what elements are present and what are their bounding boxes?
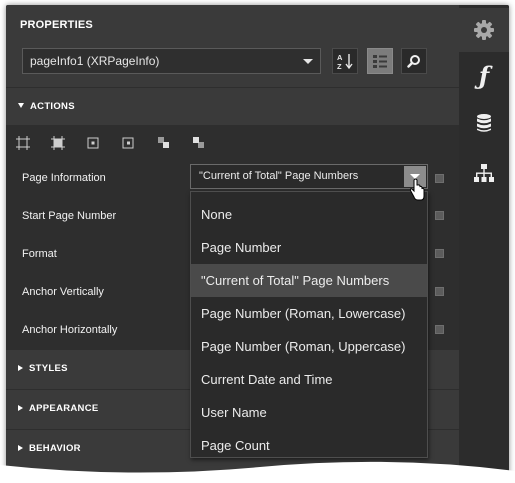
- prop-start-page-number-label: Start Page Number: [22, 210, 117, 222]
- prop-format-label: Format: [22, 248, 57, 260]
- dropdown-option[interactable]: Page Number (Roman, Lowercase): [191, 297, 427, 330]
- gear-icon: [474, 20, 494, 40]
- section-appearance-label: APPEARANCE: [29, 403, 99, 414]
- bring-forward-icon[interactable]: [157, 136, 171, 150]
- fit-text-icon[interactable]: [51, 136, 65, 150]
- dropdown-option[interactable]: Current Date and Time: [191, 363, 427, 396]
- search-button[interactable]: [401, 48, 427, 74]
- property-marker[interactable]: [435, 325, 444, 334]
- dropdown-option-selected[interactable]: "Current of Total" Page Numbers: [191, 264, 427, 297]
- tab-properties[interactable]: [459, 8, 509, 52]
- property-marker[interactable]: [435, 287, 444, 296]
- property-marker[interactable]: [435, 211, 444, 220]
- dropdown-option[interactable]: None: [191, 198, 427, 231]
- fit-bounds-icon[interactable]: [16, 136, 30, 150]
- categorized-view-button[interactable]: [367, 48, 393, 74]
- section-styles-label: STYLES: [29, 363, 68, 374]
- categorized-view-icon: [373, 55, 387, 68]
- align-center-icon[interactable]: [86, 136, 100, 150]
- sort-alphabetical-icon: A Z: [337, 53, 353, 70]
- property-marker[interactable]: [435, 174, 444, 183]
- side-tab-bar: ƒ: [459, 5, 509, 478]
- object-selector-value: pageInfo1 (XRPageInfo): [30, 54, 160, 68]
- page-information-value: "Current of Total" Page Numbers: [199, 170, 359, 182]
- panel-title: PROPERTIES: [20, 19, 93, 31]
- align-right-icon[interactable]: [121, 136, 135, 150]
- section-actions-label: ACTIONS: [30, 101, 75, 112]
- function-icon: ƒ: [478, 60, 490, 90]
- property-marker[interactable]: [435, 249, 444, 258]
- tab-data[interactable]: [459, 105, 509, 141]
- object-selector[interactable]: pageInfo1 (XRPageInfo): [22, 48, 321, 74]
- expand-icon: [18, 405, 23, 411]
- properties-window: PROPERTIES pageInfo1 (XRPageInfo) A Z AC…: [6, 5, 509, 478]
- hierarchy-icon: [474, 164, 494, 182]
- tab-report-explorer[interactable]: [459, 155, 509, 191]
- tab-functions[interactable]: ƒ: [459, 57, 509, 93]
- dropdown-option[interactable]: Page Number: [191, 231, 427, 264]
- database-icon: [477, 114, 491, 132]
- torn-edge: [0, 461, 515, 483]
- prop-page-information-label: Page Information: [22, 172, 106, 184]
- sort-alphabetical-button[interactable]: A Z: [332, 48, 358, 74]
- page-information-select[interactable]: "Current of Total" Page Numbers: [190, 164, 428, 189]
- prop-anchor-vertically-label: Anchor Vertically: [22, 286, 104, 298]
- dropdown-option[interactable]: User Name: [191, 396, 427, 429]
- svg-text:A: A: [337, 53, 343, 62]
- search-icon: [407, 55, 420, 68]
- section-actions[interactable]: ACTIONS: [6, 87, 459, 126]
- dropdown-option[interactable]: Page Number (Roman, Uppercase): [191, 330, 427, 363]
- send-backward-icon[interactable]: [192, 136, 206, 150]
- properties-panel: PROPERTIES pageInfo1 (XRPageInfo) A Z AC…: [6, 5, 459, 478]
- prop-anchor-horizontally-label: Anchor Horizontally: [22, 324, 118, 336]
- page-information-dropdown: None Page Number "Current of Total" Page…: [190, 191, 428, 458]
- collapse-icon: [18, 103, 24, 108]
- expand-icon: [18, 365, 23, 371]
- chevron-down-icon[interactable]: [303, 59, 313, 64]
- hand-cursor-icon: [409, 178, 425, 201]
- svg-text:Z: Z: [337, 62, 342, 70]
